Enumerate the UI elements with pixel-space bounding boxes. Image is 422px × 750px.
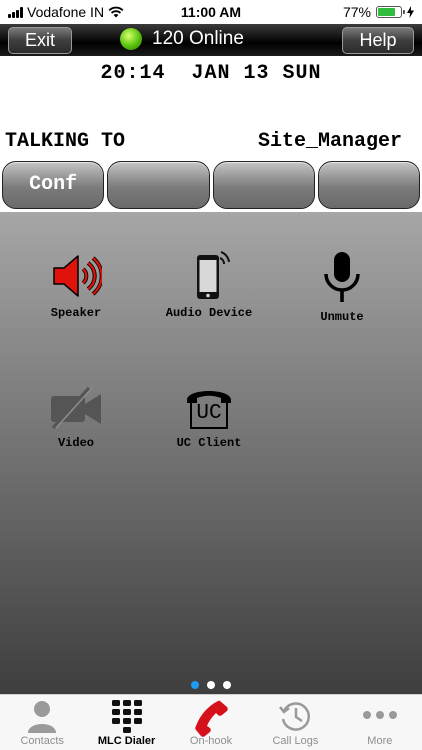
tab-contacts-label: Contacts <box>20 735 64 747</box>
tab-bar: Contacts MLC Dialer On-hook Call Logs Mo… <box>0 694 422 750</box>
tab-mlc-dialer-label: MLC Dialer <box>97 735 156 747</box>
status-bar: Vodafone IN 11:00 AM 77% <box>0 0 422 24</box>
talking-to-name: Site_Manager <box>257 130 402 153</box>
call-actions-panel: Speaker Audio Device Unmute Video UC UC … <box>0 212 422 694</box>
more-dots-icon <box>362 711 397 719</box>
softkey-2[interactable] <box>107 161 210 209</box>
audio-device-button[interactable]: Audio Device <box>149 250 269 320</box>
unmute-button[interactable]: Unmute <box>282 250 402 324</box>
online-led-icon <box>120 28 142 50</box>
battery-icon <box>376 6 405 18</box>
online-count: 120 Online <box>152 28 244 49</box>
tab-contacts[interactable]: Contacts <box>0 695 84 750</box>
soft-keys: Conf <box>2 161 420 211</box>
tab-more[interactable]: More <box>338 695 422 750</box>
tab-call-logs-label: Call Logs <box>272 735 319 747</box>
history-clock-icon <box>279 702 311 731</box>
top-toolbar: Exit 120 Online Help <box>0 24 422 56</box>
phone-device-icon <box>197 251 230 299</box>
page-dot-1[interactable] <box>191 681 199 689</box>
speaker-label: Speaker <box>50 306 102 320</box>
softkey-conf[interactable]: Conf <box>2 161 105 209</box>
uc-client-icon: UC <box>183 384 235 432</box>
softkey-3[interactable] <box>212 161 315 209</box>
video-label: Video <box>57 436 94 450</box>
page-dot-3[interactable] <box>223 681 231 689</box>
softkey-4[interactable] <box>317 161 420 209</box>
uc-client-label: UC Client <box>176 436 242 450</box>
speaker-icon <box>53 255 102 297</box>
tab-on-hook-label: On-hook <box>189 735 233 747</box>
unmute-label: Unmute <box>320 310 364 324</box>
uc-badge-text: UC <box>196 402 222 425</box>
battery-percent: 77% <box>342 4 371 20</box>
tab-call-logs[interactable]: Call Logs <box>253 695 337 750</box>
page-dot-2[interactable] <box>207 681 215 689</box>
audio-device-label: Audio Device <box>165 306 253 320</box>
speaker-button[interactable]: Speaker <box>16 250 136 320</box>
video-button[interactable]: Video <box>16 384 136 450</box>
uc-client-button[interactable]: UC UC Client <box>149 384 269 450</box>
online-status: 120 Online <box>120 28 244 50</box>
tab-mlc-dialer[interactable]: MLC Dialer <box>84 695 168 750</box>
call-datetime: 20:14 JAN 13 SUN <box>100 62 322 85</box>
contact-person-icon <box>28 701 57 733</box>
help-button[interactable]: Help <box>342 27 414 54</box>
tab-more-label: More <box>367 735 393 747</box>
dialpad-icon <box>111 700 142 733</box>
talking-to-label: TALKING TO <box>5 130 126 153</box>
exit-button[interactable]: Exit <box>8 27 72 54</box>
handset-icon <box>195 700 228 737</box>
charging-bolt-icon <box>407 6 414 18</box>
video-off-icon <box>51 386 101 430</box>
status-right: 77% <box>343 4 414 20</box>
tab-on-hook[interactable]: On-hook <box>169 695 253 750</box>
page-indicator <box>0 681 422 689</box>
microphone-icon <box>324 252 360 302</box>
